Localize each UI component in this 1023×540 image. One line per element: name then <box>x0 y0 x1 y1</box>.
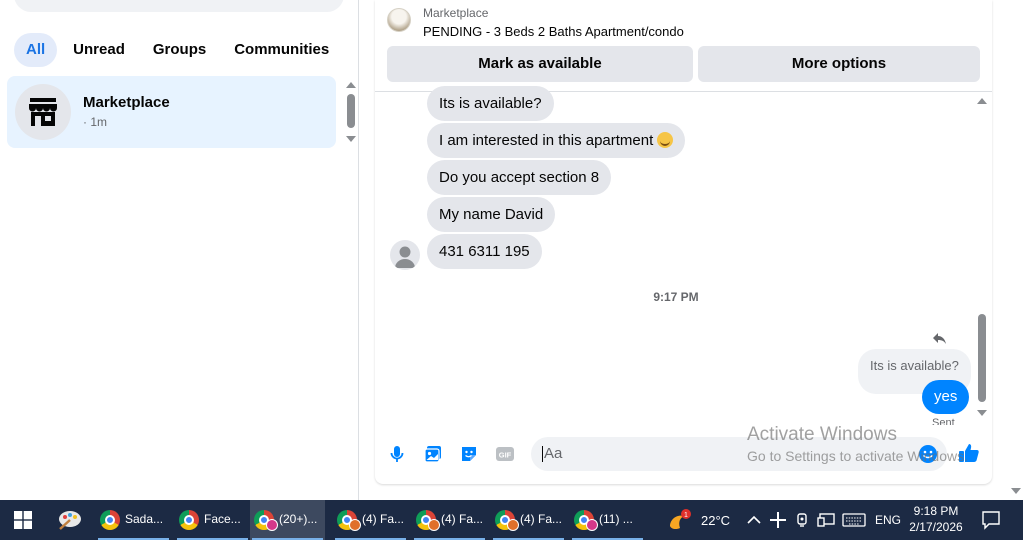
filter-groups[interactable]: Groups <box>141 33 218 67</box>
text-cursor <box>542 446 543 462</box>
device-icon[interactable] <box>795 511 809 529</box>
message-timestamp: 9:17 PM <box>653 290 699 304</box>
svg-text:GIF: GIF <box>499 451 512 460</box>
listing-thumbnail[interactable] <box>387 8 411 32</box>
reply-icon <box>933 333 946 344</box>
default-user-icon <box>395 246 415 268</box>
conversation-panel: Marketplace PENDING - 3 Beds 2 Baths Apa… <box>375 0 992 484</box>
message-input-placeholder: Aa <box>544 445 563 462</box>
plus-icon[interactable] <box>769 511 787 529</box>
search-input[interactable] <box>14 0 344 12</box>
windows-taskbar: Sada... Face... (20+)... (4) Fa... (4) F… <box>0 500 1023 540</box>
sender-avatar[interactable] <box>390 240 420 270</box>
profile-badge-icon <box>349 519 361 531</box>
taskbar-app-chrome[interactable]: Face... <box>175 500 250 540</box>
taskbar-app-chrome[interactable]: (20+)... <box>250 500 325 540</box>
scroll-down-arrow-icon[interactable] <box>977 410 987 416</box>
profile-badge-icon <box>507 519 519 531</box>
profile-badge-icon <box>428 519 440 531</box>
storefront-icon <box>29 98 57 126</box>
message-bubble-incoming[interactable]: Do you accept section 8 <box>427 160 612 195</box>
chrome-icon <box>179 510 199 530</box>
windows-logo-icon <box>14 511 32 529</box>
weather-temperature[interactable]: 22°C <box>701 513 730 528</box>
activation-watermark-title: Activate Windows <box>747 424 897 445</box>
message-status: Sent <box>932 417 955 425</box>
clock-date: 2/17/2026 <box>909 520 963 534</box>
filter-all[interactable]: All <box>14 33 58 67</box>
scrollbar-thumb[interactable] <box>347 94 355 128</box>
message-bubble-incoming[interactable]: My name David <box>427 197 556 232</box>
input-language[interactable]: ENG <box>875 513 901 527</box>
profile-badge-icon <box>586 519 598 531</box>
taskbar-app-label: (11) ... <box>599 512 633 526</box>
sticker-icon[interactable] <box>459 444 479 464</box>
message-bubble-incoming[interactable]: 431 6311 195 <box>427 234 542 269</box>
taskbar-app-chrome[interactable]: (4) Fa... <box>412 500 487 540</box>
scroll-up-arrow-icon[interactable] <box>977 98 987 104</box>
conversation-meta: · 1m <box>83 115 107 129</box>
message-bubble-incoming[interactable]: Its is available? <box>427 86 554 121</box>
profile-badge-icon <box>266 519 278 531</box>
weather-widget[interactable]: 1 <box>666 508 694 534</box>
taskbar-clock[interactable]: 9:18 PM 2/17/2026 <box>906 503 966 535</box>
taskbar-app-label: (20+)... <box>279 512 318 526</box>
taskbar-app-chrome[interactable]: Sada... <box>96 500 171 540</box>
conversation-scrollbar[interactable] <box>975 94 989 420</box>
scroll-up-arrow-icon[interactable] <box>346 82 356 88</box>
avatar <box>15 84 71 140</box>
taskbar-app-label: Sada... <box>125 512 164 526</box>
scrollbar-thumb[interactable] <box>978 314 986 402</box>
taskbar-app-chrome[interactable]: (4) Fa... <box>333 500 408 540</box>
keyboard-icon[interactable] <box>842 512 866 528</box>
message-bubble-outgoing[interactable]: yes <box>922 380 970 414</box>
more-options-button[interactable]: More options <box>698 46 980 82</box>
gif-icon[interactable]: GIF <box>495 444 515 464</box>
taskbar-app-label: (4) Fa... <box>441 512 484 526</box>
message-text: I am interested in this apartment <box>439 132 654 149</box>
filter-tabs: All Unread Groups Communities <box>14 33 341 67</box>
taskbar-app-chrome[interactable]: (11) ... <box>570 500 645 540</box>
chat-list-panel: All Unread Groups Communities Marketplac… <box>0 0 359 500</box>
clock-time: 9:18 PM <box>913 504 959 518</box>
taskbar-app-label: (4) Fa... <box>362 512 405 526</box>
page-scroll-down-arrow-icon[interactable] <box>1011 488 1021 494</box>
listing-title[interactable]: PENDING - 3 Beds 2 Baths Apartment/condo <box>423 24 684 39</box>
filter-unread[interactable]: Unread <box>61 33 137 67</box>
chat-list-scrollbar[interactable] <box>345 80 357 144</box>
scroll-down-arrow-icon[interactable] <box>346 136 356 142</box>
listing-source-label: Marketplace <box>423 6 489 20</box>
taskbar-app-label: Face... <box>204 512 241 526</box>
taskbar-app-label: (4) Fa... <box>520 512 563 526</box>
start-button[interactable] <box>0 500 46 540</box>
conversation-name: Marketplace <box>83 94 170 111</box>
message-bubble-incoming[interactable]: I am interested in this apartment <box>427 123 686 158</box>
pinned-app-icon[interactable] <box>56 508 84 532</box>
notifications-icon[interactable] <box>981 510 1001 530</box>
chrome-icon <box>100 510 120 530</box>
activation-watermark-subtitle: Go to Settings to activate Windows. <box>747 448 968 464</box>
weather-badge-count: 1 <box>684 512 688 519</box>
microphone-icon[interactable] <box>387 444 407 464</box>
messenger-window: All Unread Groups Communities Marketplac… <box>0 0 1023 500</box>
weather-icon: 1 <box>670 509 691 530</box>
mark-available-button[interactable]: Mark as available <box>387 46 693 82</box>
network-icon[interactable] <box>817 512 835 528</box>
taskbar-app-chrome[interactable]: (4) Fa... <box>491 500 566 540</box>
chevron-up-icon[interactable] <box>747 514 761 526</box>
paint-icon <box>59 511 81 530</box>
photo-gallery-icon[interactable] <box>423 444 443 464</box>
filter-communities[interactable]: Communities <box>222 33 341 67</box>
smiling-emoji-icon <box>657 132 674 148</box>
conversation-item-marketplace[interactable]: Marketplace · 1m <box>7 76 336 148</box>
